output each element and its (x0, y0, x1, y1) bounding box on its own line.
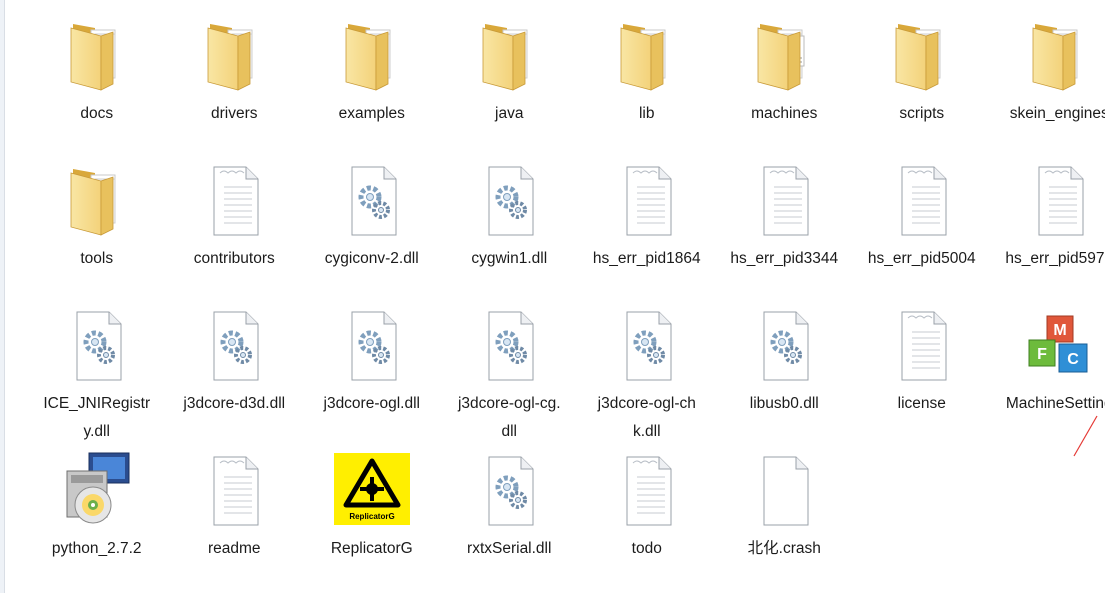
file-name-label: j3dcore-ogl.dll (323, 395, 421, 412)
folder-icon (882, 14, 962, 92)
file-item[interactable]: hs_err_pid1864 (578, 159, 716, 304)
text-file-icon (194, 449, 274, 527)
file-item[interactable]: j3dcore-ogl-chk.dll (578, 304, 716, 449)
file-item[interactable]: lib (578, 14, 716, 159)
file-name-label: hs_err_pid1864 (592, 250, 701, 267)
folder-icon (469, 14, 549, 92)
file-item[interactable]: ICE_JNIRegistry.dll (28, 304, 166, 449)
file-name-label: ICE_JNIRegistry.dll (43, 395, 151, 440)
file-name-label: cygiconv-2.dll (324, 250, 419, 267)
dll-file-icon (607, 304, 687, 382)
file-name-label: tools (80, 250, 114, 267)
file-name-label: docs (80, 105, 114, 122)
folder-icon (57, 14, 137, 92)
file-item[interactable]: j3dcore-ogl-cg.dll (441, 304, 579, 449)
file-name-label: readme (207, 540, 261, 557)
file-icon-grid: docs drivers examples java lib machines … (28, 14, 1105, 593)
dll-file-icon (469, 159, 549, 237)
folder-icon (1019, 14, 1099, 92)
file-name-label: rxtxSerial.dll (467, 540, 552, 557)
folder-icon (57, 159, 137, 237)
file-item[interactable]: hs_err_pid5972 (991, 159, 1105, 304)
file-item[interactable]: drivers (166, 14, 304, 159)
file-name-label: skein_engines (1009, 105, 1105, 122)
file-name-label: hs_err_pid5972 (1005, 250, 1105, 267)
file-name-label: j3dcore-ogl-chk.dll (597, 395, 696, 440)
svg-text:M: M (1054, 322, 1067, 339)
file-name-label: contributors (193, 250, 275, 267)
file-name-label: libusb0.dll (749, 395, 819, 412)
svg-text:F: F (1037, 346, 1047, 363)
dll-file-icon (194, 304, 274, 382)
file-item[interactable]: contributors (166, 159, 304, 304)
folder-icon (194, 14, 274, 92)
file-item[interactable]: python_2.7.2 (28, 449, 166, 593)
file-item[interactable]: skein_engines (991, 14, 1105, 159)
file-item[interactable]: examples (303, 14, 441, 159)
text-file-icon (607, 449, 687, 527)
file-name-label: ReplicatorG (330, 540, 413, 557)
file-item[interactable]: tools (28, 159, 166, 304)
explorer-file-view: docs drivers examples java lib machines … (0, 0, 1105, 593)
file-item[interactable]: j3dcore-d3d.dll (166, 304, 304, 449)
file-item[interactable]: java (441, 14, 579, 159)
folder-web-icon (744, 14, 824, 92)
text-file-icon (194, 159, 274, 237)
file-name-label: machines (751, 105, 818, 122)
folder-icon (332, 14, 412, 92)
text-file-icon (882, 304, 962, 382)
dll-file-icon (57, 304, 137, 382)
file-name-label: j3dcore-d3d.dll (183, 395, 286, 412)
file-name-label: cygwin1.dll (471, 250, 548, 267)
file-item[interactable]: machines (716, 14, 854, 159)
file-name-label: hs_err_pid3344 (730, 250, 839, 267)
text-file-icon (607, 159, 687, 237)
file-name-label: MachineSetting (1005, 395, 1105, 412)
file-item[interactable]: readme (166, 449, 304, 593)
file-name-label: java (495, 105, 524, 122)
file-name-label: drivers (210, 105, 258, 122)
left-pane-edge (0, 0, 5, 593)
file-name-label: scripts (899, 105, 945, 122)
dll-file-icon (469, 304, 549, 382)
file-item[interactable]: rxtxSerial.dll (441, 449, 579, 593)
file-name-label: hs_err_pid5004 (867, 250, 976, 267)
file-item[interactable]: cygwin1.dll (441, 159, 579, 304)
file-name-label: python_2.7.2 (51, 540, 142, 557)
file-item[interactable]: libusb0.dll (716, 304, 854, 449)
installer-icon (57, 449, 137, 527)
text-file-icon (1019, 159, 1099, 237)
blank-file-icon (744, 449, 824, 527)
file-item[interactable]: 北化.crash (716, 449, 854, 593)
dll-file-icon (332, 159, 412, 237)
file-item[interactable]: M F C MachineSetting (991, 304, 1105, 449)
file-name-label: 北化.crash (747, 540, 821, 557)
replicatorg-app-icon: ReplicatorG (332, 449, 412, 527)
file-item[interactable]: todo (578, 449, 716, 593)
file-item[interactable]: license (853, 304, 991, 449)
file-item[interactable]: hs_err_pid5004 (853, 159, 991, 304)
file-item[interactable]: docs (28, 14, 166, 159)
file-name-label: examples (338, 105, 405, 122)
dll-file-icon (332, 304, 412, 382)
file-name-label: license (897, 395, 946, 412)
text-file-icon (882, 159, 962, 237)
file-item[interactable]: j3dcore-ogl.dll (303, 304, 441, 449)
file-name-label: j3dcore-ogl-cg.dll (457, 395, 561, 440)
dll-file-icon (469, 449, 549, 527)
dll-file-icon (744, 304, 824, 382)
file-name-label: todo (631, 540, 662, 557)
svg-text:ReplicatorG: ReplicatorG (349, 512, 394, 521)
mfc-cubes-icon: M F C (1019, 304, 1099, 382)
file-item[interactable]: scripts (853, 14, 991, 159)
text-file-icon (744, 159, 824, 237)
file-item[interactable]: ReplicatorG ReplicatorG (303, 449, 441, 593)
svg-text:C: C (1067, 351, 1079, 368)
folder-icon (607, 14, 687, 92)
file-item[interactable]: hs_err_pid3344 (716, 159, 854, 304)
file-item[interactable]: cygiconv-2.dll (303, 159, 441, 304)
file-name-label: lib (638, 105, 655, 122)
